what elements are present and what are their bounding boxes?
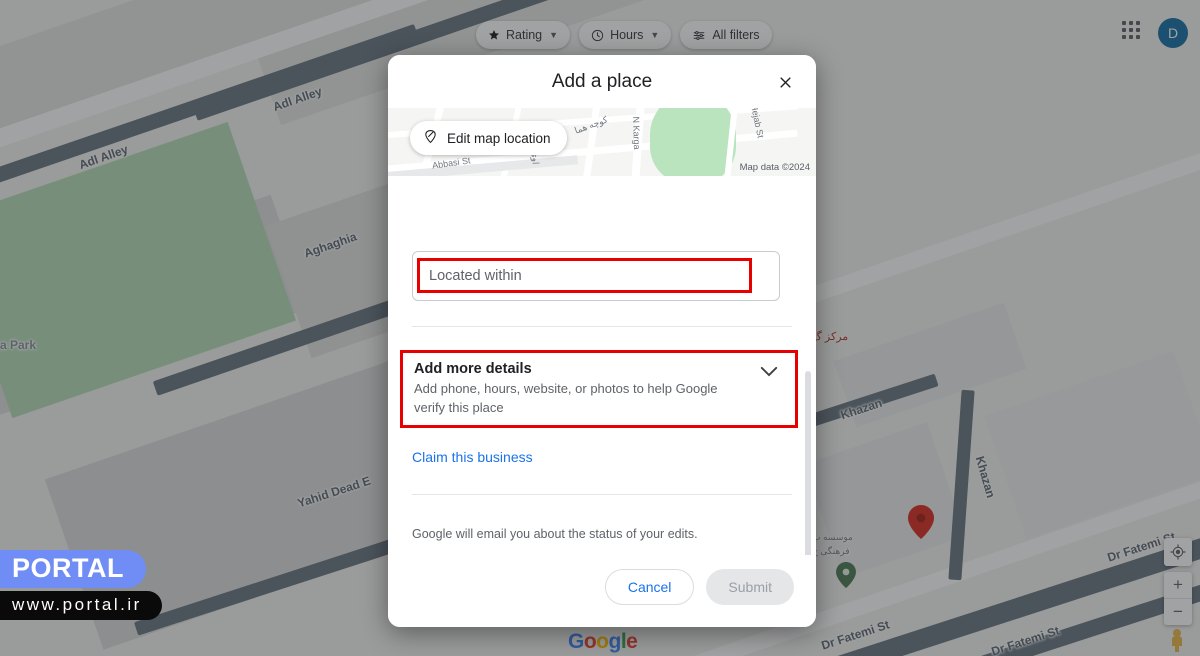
- divider: [412, 326, 792, 327]
- close-icon[interactable]: [772, 69, 798, 95]
- status-note: Google will email you about the status o…: [412, 527, 698, 541]
- edit-map-location-label: Edit map location: [447, 130, 551, 146]
- cancel-button[interactable]: Cancel: [604, 569, 695, 605]
- watermark-url: www.portal.ir: [0, 591, 162, 620]
- google-maps-screen: Adl Alley Adl Alley Aghaghia a Park Yahid De…: [0, 0, 1200, 656]
- add-more-details-section[interactable]: Add more details Add phone, hours, websi…: [400, 350, 798, 431]
- map-location-preview[interactable]: Abbasi St N Karga کوچه هما Hejab St اوی Map …: [388, 108, 816, 176]
- located-within-input[interactable]: Located within: [412, 251, 780, 301]
- dialog-footer: Cancel Submit: [388, 555, 816, 627]
- preview-street-label: N Karga: [630, 116, 643, 150]
- add-more-details-title: Add more details: [414, 361, 532, 377]
- submit-button: Submit: [706, 569, 794, 605]
- preview-park: [650, 108, 736, 176]
- portal-watermark: PORTAL www.portal.ir: [0, 550, 162, 620]
- watermark-brand: PORTAL: [0, 550, 146, 588]
- edit-location-icon: [423, 129, 438, 147]
- add-more-details-subtitle: Add phone, hours, website, or photos to …: [414, 381, 718, 415]
- dialog-scrollbar-thumb[interactable]: [805, 371, 811, 555]
- divider: [412, 494, 792, 495]
- add-a-place-dialog: Add a place Abbasi St N Karga کوچه هما Heja…: [388, 55, 816, 627]
- claim-this-business-link[interactable]: Claim this business: [412, 449, 533, 465]
- map-attribution: Map data ©2024: [739, 162, 810, 173]
- located-within-wrapper: Located within: [412, 251, 780, 301]
- dialog-body: Abbasi St N Karga کوچه هما Hejab St اوی Map …: [388, 108, 816, 555]
- chevron-down-icon[interactable]: [760, 364, 778, 382]
- dialog-header: Add a place: [388, 55, 816, 108]
- dialog-title: Add a place: [551, 70, 653, 92]
- edit-map-location-button[interactable]: Edit map location: [410, 121, 567, 155]
